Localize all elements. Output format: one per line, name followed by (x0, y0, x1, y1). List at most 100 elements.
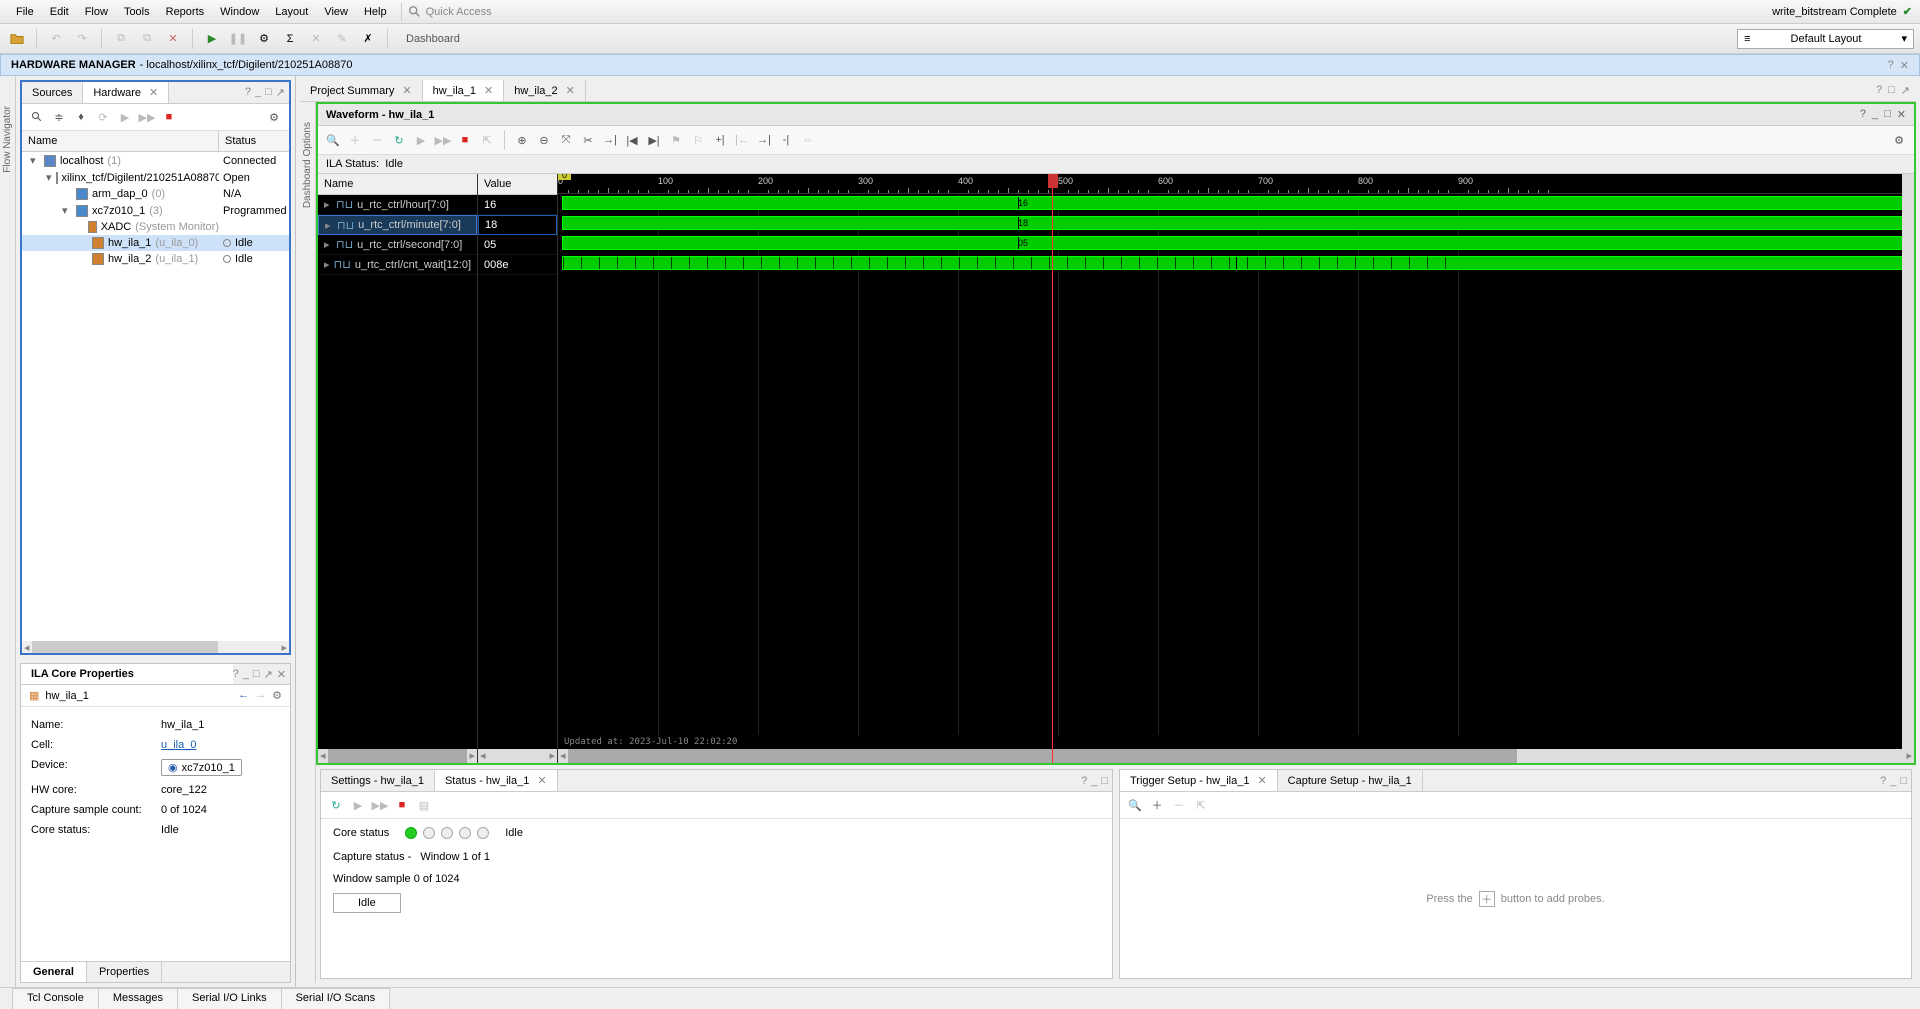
tab-status[interactable]: Status - hw_ila_1✕ (435, 770, 558, 791)
menu-window[interactable]: Window (212, 6, 267, 18)
tab-settings[interactable]: Settings - hw_ila_1 (321, 771, 435, 791)
tab-properties[interactable]: Properties (87, 962, 162, 982)
cursor-left-button[interactable]: |← (733, 131, 751, 149)
popout-icon[interactable]: ↗ (1901, 84, 1910, 97)
prop-cell-value[interactable]: u_ila_0 (161, 739, 196, 751)
cursor-marker[interactable] (1048, 174, 1058, 188)
expand-icon[interactable]: ▸ (325, 219, 333, 232)
tab-hardware[interactable]: Hardware✕ (83, 82, 169, 103)
expand-icon[interactable]: ▾ (30, 154, 40, 167)
layout-dropdown[interactable]: ≡ Default Layout ▾ (1737, 29, 1914, 49)
help-icon[interactable]: ? (1860, 108, 1866, 121)
help-icon[interactable]: ? (1081, 775, 1087, 787)
close-icon[interactable]: ✕ (566, 84, 575, 97)
help-icon[interactable]: ? (1880, 775, 1886, 787)
wf-col-name[interactable]: Name (318, 174, 477, 195)
marker-button[interactable]: ⚑ (667, 131, 685, 149)
tab-serial-io-links[interactable]: Serial I/O Links (177, 988, 282, 1009)
minimize-icon[interactable]: _ (1091, 775, 1097, 787)
help-icon[interactable]: ? (245, 86, 251, 99)
expand-icon[interactable]: ▸ (324, 238, 332, 251)
next-trans-button[interactable]: ▶| (645, 131, 663, 149)
cancel-button[interactable]: ✕ (162, 28, 184, 50)
minimize-icon[interactable]: _ (243, 668, 249, 681)
help-icon[interactable]: ? (1888, 59, 1894, 72)
paste-button[interactable]: ⧉ (136, 28, 158, 50)
search-icon[interactable] (28, 108, 46, 126)
clear-button[interactable]: ✕ (305, 28, 327, 50)
options-button[interactable]: ▤ (415, 796, 433, 814)
tab-general[interactable]: General (21, 962, 87, 982)
maximize-icon[interactable]: □ (1101, 775, 1108, 787)
edit-button[interactable]: ✎ (331, 28, 353, 50)
wf-signal-name[interactable]: ▸⊓⊔u_rtc_ctrl/second[7:0] (318, 235, 477, 255)
minimize-icon[interactable]: _ (255, 86, 261, 99)
wave-row[interactable]: 18 (558, 214, 1914, 234)
run-button[interactable]: ▶ (201, 28, 223, 50)
expand-icon[interactable]: ▸ (324, 198, 332, 211)
maximize-icon[interactable]: □ (1900, 775, 1907, 787)
popout-icon[interactable]: ↗ (264, 668, 273, 681)
stop-button[interactable]: ■ (456, 131, 474, 149)
search-icon[interactable]: 🔍 (324, 131, 342, 149)
copy-button[interactable]: ⧉ (110, 28, 132, 50)
wf-signal-name[interactable]: ▸⊓⊔u_rtc_ctrl/minute[7:0] (318, 215, 477, 235)
dashboard-options-rail[interactable]: Dashboard Options (300, 102, 316, 983)
menu-flow[interactable]: Flow (77, 6, 116, 18)
time-ruler[interactable]: 0100200300400500600700800900 (558, 174, 1914, 194)
refresh-button[interactable]: ↻ (327, 796, 345, 814)
expand-all-button[interactable]: ♦ (72, 108, 90, 126)
menu-edit[interactable]: Edit (42, 6, 77, 18)
hw-tree-row[interactable]: ▾localhost (1)Connected (22, 152, 289, 169)
fast-forward-button[interactable]: ▶▶ (434, 131, 452, 149)
maximize-icon[interactable]: □ (253, 668, 260, 681)
tab-tcl-console[interactable]: Tcl Console (12, 988, 99, 1009)
play-button[interactable]: ▶ (116, 108, 134, 126)
menu-file[interactable]: File (8, 6, 42, 18)
delete-cursor-button[interactable]: -| (777, 131, 795, 149)
menu-help[interactable]: Help (356, 6, 395, 18)
refresh-button[interactable]: ↻ (390, 131, 408, 149)
marker2-button[interactable]: ⚐ (689, 131, 707, 149)
close-icon[interactable]: ✕ (402, 84, 411, 97)
play-button[interactable]: ▶ (349, 796, 367, 814)
help-icon[interactable]: ? (1876, 84, 1882, 97)
fast-forward-button[interactable]: ▶▶ (138, 108, 156, 126)
zoom-in-button[interactable]: ⊕ (513, 131, 531, 149)
tab-sources[interactable]: Sources (22, 83, 83, 103)
expand-icon[interactable] (78, 253, 88, 265)
wave-row[interactable]: 16 (558, 194, 1914, 214)
cut-button[interactable]: ✂ (579, 131, 597, 149)
link-button[interactable]: ⇔ (799, 131, 817, 149)
prev-trans-button[interactable]: |◀ (623, 131, 641, 149)
refresh-button[interactable]: ⟳ (94, 108, 112, 126)
fast-forward-button[interactable]: ▶▶ (371, 796, 389, 814)
sigma-button[interactable]: Σ (279, 28, 301, 50)
menu-reports[interactable]: Reports (158, 6, 213, 18)
gear-icon[interactable]: ⚙ (265, 108, 283, 126)
close-icon[interactable]: ✕ (1257, 774, 1266, 787)
forward-button[interactable]: → (255, 689, 266, 702)
add-probe-button[interactable]: ＋ (1148, 796, 1166, 814)
hw-tree-row[interactable]: hw_ila_2 (u_ila_1)Idle (22, 251, 289, 267)
hw-tree-row[interactable]: ▾xilinx_tcf/Digilent/210251A08870Open (22, 169, 289, 186)
wf-signal-value[interactable]: 18 (478, 215, 557, 235)
stop-button[interactable]: ■ (160, 108, 178, 126)
hw-tree-row[interactable]: hw_ila_1 (u_ila_0)Idle (22, 235, 289, 251)
menu-tools[interactable]: Tools (116, 6, 158, 18)
stop-button[interactable]: ■ (393, 796, 411, 814)
undo-button[interactable]: ↶ (45, 28, 67, 50)
maximize-icon[interactable]: □ (1888, 84, 1895, 97)
menu-layout[interactable]: Layout (267, 6, 316, 18)
export-button[interactable]: ⇱ (478, 131, 496, 149)
waveform-canvas[interactable]: 0 0100200300400500600700800900 161805 Up… (558, 174, 1914, 763)
tab-messages[interactable]: Messages (98, 988, 178, 1009)
gear-icon[interactable]: ⚙ (1890, 131, 1908, 149)
dashboard-label[interactable]: Dashboard (396, 33, 470, 45)
wave-row[interactable] (558, 254, 1914, 274)
tab-trigger-setup[interactable]: Trigger Setup - hw_ila_1✕ (1120, 770, 1278, 791)
export-button[interactable]: ⇱ (1192, 796, 1210, 814)
back-button[interactable]: ← (238, 689, 249, 702)
cursor-right-button[interactable]: →| (755, 131, 773, 149)
minimize-icon[interactable]: _ (1890, 775, 1896, 787)
